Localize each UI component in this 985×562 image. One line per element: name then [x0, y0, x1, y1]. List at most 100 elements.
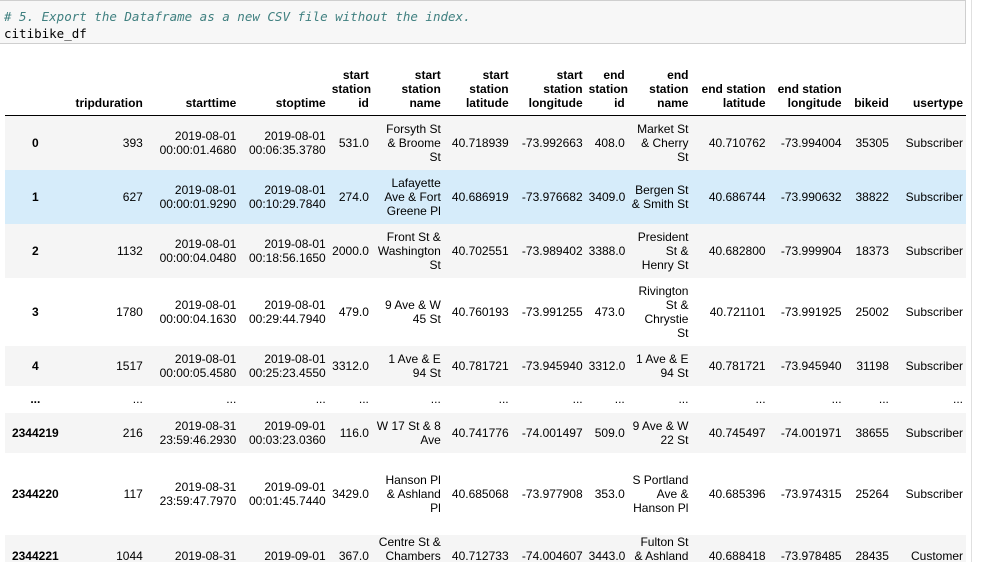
table-row[interactable]: 2 1132 2019-08-01 00:00:04.0480 2019-08-01 … [5, 223, 966, 278]
cell-start-station-id: 367.0 [338, 548, 369, 562]
cell-end-station-latitude: 40.685396 [708, 486, 766, 501]
column-header-stoptime: stoptime [275, 96, 326, 110]
cell-start-station-id: 274.0 [338, 189, 369, 204]
table-row[interactable]: 2344220 117 2019-08-31 23:59:47.7970 2019-0… [5, 452, 966, 535]
column-header-end-station-latitude: end station latitude [701, 82, 766, 110]
cell-start-station-id: 531.0 [338, 135, 369, 150]
cell-end-station-name: ... [678, 392, 689, 406]
cell-start-station-id: 3429.0 [332, 486, 369, 501]
cell-end-station-latitude: 40.710762 [708, 135, 766, 150]
table-row[interactable]: ........................................… [5, 385, 966, 413]
cell-tripduration: ... [132, 392, 143, 406]
code-cell-input[interactable]: # 5. Export the Dataframe as a new CSV f… [0, 0, 966, 44]
row-index: 3 [31, 304, 39, 319]
cell-usertype: Subscriber [905, 486, 963, 501]
cell-end-station-longitude: ... [831, 392, 842, 406]
row-index: 4 [31, 358, 39, 373]
cell-tripduration: 1132 [116, 243, 143, 258]
cell-end-station-name: Fulton St & Ashland Pl [634, 534, 689, 562]
cell-end-station-latitude: ... [755, 392, 766, 406]
code-text: citibike_df [4, 26, 87, 41]
cell-tripduration: 1044 [116, 548, 143, 562]
cell-end-station-latitude: 40.686744 [708, 189, 766, 204]
cell-stoptime: 2019-08-01 00:06:35.3780 [248, 128, 326, 157]
cell-starttime: 2019-08-31 23:59:46.2930 [159, 418, 237, 447]
table-row[interactable]: 3 1780 2019-08-01 00:00:04.1630 2019-08-01 … [5, 277, 966, 346]
cell-end-station-id: ... [614, 392, 625, 406]
cell-end-station-id: 3409.0 [588, 189, 626, 204]
cell-start-station-name: 1 Ave & E 94 St [388, 351, 441, 380]
cell-start-station-latitude: 40.741776 [451, 425, 509, 440]
table-row[interactable]: 2344221 1044 2019-08-31 2019-09-01 367.0 Cent… [5, 534, 966, 562]
cell-start-station-id: 3312.0 [332, 358, 369, 373]
cell-end-station-longitude: -73.991925 [780, 304, 842, 319]
cell-bikeid: ... [878, 392, 889, 406]
cell-start-station-name: W 17 St & 8 Ave [376, 418, 441, 447]
cell-starttime: 2019-08-01 00:00:05.4580 [159, 351, 237, 380]
cell-end-station-id: 3443.0 [588, 548, 626, 562]
cell-start-station-longitude: -74.004607 [521, 548, 583, 562]
cell-tripduration: 216 [122, 425, 143, 440]
cell-stoptime: 2019-08-01 00:29:44.7940 [248, 297, 326, 326]
cell-start-station-latitude: 40.718939 [451, 135, 509, 150]
cell-stoptime: 2019-08-01 00:10:29.7840 [248, 182, 326, 211]
cell-end-station-latitude: 40.781721 [708, 358, 766, 373]
cell-bikeid: 38655 [855, 425, 889, 440]
cell-bikeid: 25002 [855, 304, 889, 319]
cell-usertype: Subscriber [905, 425, 963, 440]
cell-end-station-latitude: 40.682800 [708, 243, 766, 258]
cell-starttime: 2019-08-31 23:59:47.7970 [159, 479, 237, 508]
cell-end-station-id: 3312.0 [588, 358, 626, 373]
column-header-usertype: usertype [912, 96, 963, 110]
cell-stoptime: 2019-09-01 [264, 548, 326, 562]
table-row[interactable]: 0 393 2019-08-01 00:00:01.4680 2019-08-01 0… [5, 115, 966, 170]
cell-usertype: Subscriber [905, 135, 963, 150]
cell-usertype: ... [952, 392, 963, 406]
cell-bikeid: 28435 [855, 548, 889, 562]
cell-end-station-id: 353.0 [594, 486, 625, 501]
cell-start-station-longitude: -74.001497 [521, 425, 583, 440]
column-header-start-station-id: start station id [331, 68, 372, 110]
cell-start-station-latitude: 40.685068 [451, 486, 509, 501]
table-row[interactable]: 2344219 216 2019-08-31 23:59:46.2930 2019-0… [5, 412, 966, 453]
cell-stoptime: 2019-09-01 00:03:23.0360 [248, 418, 326, 447]
cell-end-station-longitude: -73.945940 [780, 358, 842, 373]
cell-usertype: Customer [910, 548, 963, 562]
cell-starttime: ... [226, 392, 237, 406]
table-row[interactable]: 4 1517 2019-08-01 00:00:05.4580 2019-08-01 … [5, 345, 966, 386]
vertical-scrollbar[interactable] [971, 0, 985, 562]
column-header-bikeid: bikeid [854, 96, 889, 110]
cell-tripduration: 117 [123, 486, 143, 501]
cell-start-station-longitude: ... [572, 392, 583, 406]
cell-tripduration: 1780 [116, 304, 143, 319]
cell-end-station-id: 3388.0 [588, 243, 626, 258]
cell-bikeid: 25264 [855, 486, 889, 501]
cell-start-station-longitude: -73.977908 [521, 486, 583, 501]
column-header-start-station-name: start station name [401, 68, 441, 110]
cell-start-station-id: 116.0 [339, 425, 369, 440]
cell-end-station-longitude: -73.978485 [780, 548, 842, 562]
table-row[interactable]: 1 627 2019-08-01 00:00:01.9290 2019-08-01 0… [5, 169, 966, 224]
cell-end-station-name: Rivington St & Chrystie St [638, 283, 689, 340]
cell-end-station-name: President St & Henry St [637, 229, 689, 272]
cell-end-station-longitude: -73.974315 [780, 486, 842, 501]
cell-usertype: Subscriber [905, 189, 963, 204]
cell-end-station-name: S Portland Ave & Hanson Pl [632, 472, 689, 515]
cell-start-station-latitude: 40.686919 [451, 189, 509, 204]
cell-start-station-longitude: -73.991255 [521, 304, 583, 319]
cell-start-station-longitude: -73.992663 [521, 135, 583, 150]
column-header-start-station-longitude: start station longitude [528, 68, 583, 110]
cell-start-station-latitude: 40.702551 [451, 243, 509, 258]
cell-end-station-latitude: 40.721101 [709, 304, 766, 319]
code-comment: # 5. Export the Dataframe as a new CSV f… [4, 9, 471, 24]
cell-end-station-id: 509.0 [594, 425, 625, 440]
row-index: 2 [31, 243, 39, 258]
cell-start-station-name: Forsyth St & Broome St [386, 121, 441, 164]
column-header-starttime: starttime [185, 96, 237, 110]
row-index: ... [30, 392, 41, 406]
row-index: 2344220 [11, 486, 59, 501]
cell-start-station-latitude: 40.760193 [451, 304, 509, 319]
column-header-end-station-longitude: end station longitude [777, 82, 842, 110]
cell-end-station-longitude: -73.999904 [780, 243, 842, 258]
cell-tripduration: 393 [122, 135, 143, 150]
